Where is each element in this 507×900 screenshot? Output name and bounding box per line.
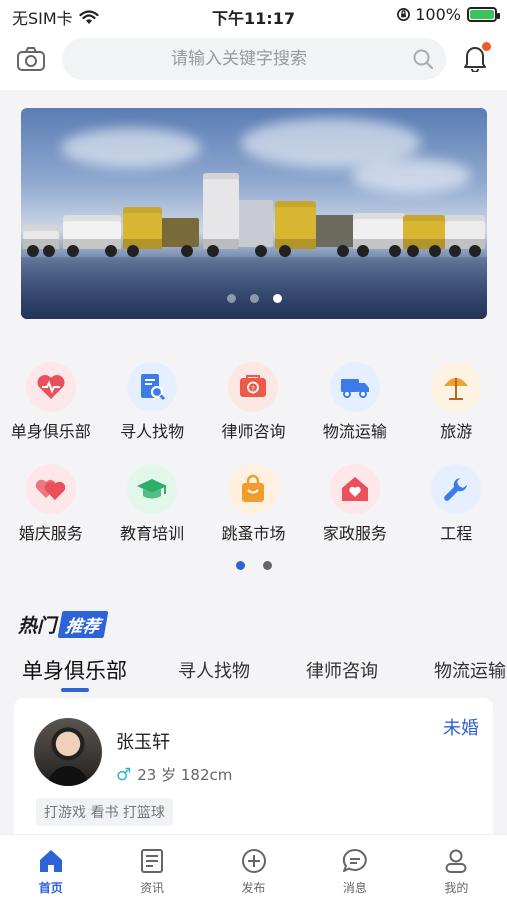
banner-cloud [61,128,201,168]
category-item[interactable]: 寻人找物 [101,362,202,464]
search-document-icon [127,362,178,412]
male-icon: ♂ [116,764,132,785]
nav-profile[interactable]: 我的 [406,835,507,900]
category-tabs: 单身俱乐部 寻人找物 律师咨询 物流运输 [0,653,507,693]
notification-dot [482,42,491,51]
heart-pulse-icon [25,362,76,412]
banner-truck [21,223,61,257]
nav-home[interactable]: 首页 [0,835,101,900]
consult-icon: ? [228,362,279,412]
banner-truck [61,213,123,257]
message-icon [342,848,367,872]
tab-logistics[interactable]: 物流运输 [434,657,506,683]
tab-lawyer[interactable]: 律师咨询 [306,657,378,683]
category-item[interactable]: ? 律师咨询 [203,362,304,464]
category-pagination [0,561,507,570]
tab-indicator [61,688,89,692]
category-label: 跳蚤市场 [221,524,286,543]
category-label: 家政服务 [322,524,387,543]
category-row-1: 单身俱乐部 寻人找物? 律师咨询 物流运输 旅游 [0,362,507,464]
nav-label: 首页 [38,881,63,895]
banner-carousel[interactable] [21,108,487,319]
search-input[interactable] [62,38,446,80]
banner-truck [121,205,199,257]
banner-truck [273,199,355,257]
svg-text:?: ? [252,385,256,393]
category-label: 律师咨询 [221,422,286,441]
bottom-nav: 首页 资讯 发布 消息 我的 [0,834,507,900]
tab-singles-club[interactable]: 单身俱乐部 [22,655,127,685]
status-bar: 无SIM卡 下午11:17 100% [0,0,507,30]
notification-button[interactable] [463,42,491,74]
nav-label: 消息 [342,881,367,895]
battery-percent: 100% [415,5,461,24]
home-icon [39,850,62,872]
home-heart-icon [329,464,380,514]
banner-pagination [21,294,487,303]
category-item[interactable]: 物流运输 [304,362,405,464]
category-label: 单身俱乐部 [10,422,91,441]
banner-dot[interactable] [226,294,236,303]
category-item[interactable]: 婚庆服务 [0,464,101,566]
nav-label: 资讯 [140,881,165,895]
profile-meta: ♂ 23 岁 182cm [116,764,232,785]
category-page-dot-active[interactable] [235,561,245,570]
banner-reflection [21,257,487,319]
nav-messages[interactable]: 消息 [304,835,405,900]
nav-news[interactable]: 资讯 [101,835,202,900]
hearts-icon [25,464,76,514]
tab-find-person[interactable]: 寻人找物 [178,657,250,683]
nav-publish[interactable]: 发布 [203,835,304,900]
banner-truck [351,211,407,257]
hot-title-main: 热门 [18,615,57,637]
shopping-bag-icon [228,464,279,514]
orientation-lock-icon [397,8,411,21]
nav-label: 我的 [444,881,469,895]
category-grid: 单身俱乐部 寻人找物? 律师咨询 物流运输 旅游 婚庆服务 教育培训 跳蚤市场 家政服务 工程 [0,362,507,566]
category-label: 工程 [440,524,473,543]
banner-dot[interactable] [249,294,259,303]
camera-icon[interactable] [16,46,46,72]
graduation-cap-icon [127,464,178,514]
category-item[interactable]: 单身俱乐部 [0,362,101,464]
banner-truck [201,171,273,257]
marital-status: 未婚 [443,718,479,739]
profile-card[interactable]: 张玉轩 ♂ 23 岁 182cm 未婚 打游戏 看书 打篮球 [14,698,493,848]
category-item[interactable]: 跳蚤市场 [203,464,304,566]
hot-recommend-title: 热门 推荐 [18,611,109,638]
category-row-2: 婚庆服务 教育培训 跳蚤市场 家政服务 工程 [0,464,507,566]
banner-truck [401,213,447,257]
category-label: 婚庆服务 [18,524,83,543]
search-header [0,30,507,90]
category-item[interactable]: 工程 [406,464,507,566]
category-label: 物流运输 [322,422,387,441]
avatar[interactable] [34,718,102,786]
profile-name: 张玉轩 [116,732,170,753]
banner-cloud [351,158,471,193]
category-item[interactable]: 家政服务 [304,464,405,566]
category-label: 教育培训 [120,524,185,543]
plus-circle-icon [241,849,266,873]
category-item[interactable]: 教育培训 [101,464,202,566]
nav-label: 发布 [241,881,266,895]
truck-icon [329,362,380,412]
battery-icon [467,7,500,22]
search-box [62,38,446,80]
hot-title-tag: 推荐 [57,611,109,638]
banner-truck [443,213,487,257]
category-page-dot[interactable] [262,561,272,570]
banner-dot-active[interactable] [272,294,282,303]
user-icon [445,849,467,873]
search-icon[interactable] [412,48,434,70]
profile-tags: 打游戏 看书 打篮球 [36,798,173,826]
wrench-icon [431,464,482,514]
profile-age-height: 23 岁 182cm [137,766,233,784]
category-item[interactable]: 旅游 [406,362,507,464]
category-label: 旅游 [440,422,473,441]
news-icon [141,849,164,873]
category-label: 寻人找物 [120,422,185,441]
beach-umbrella-icon [431,362,482,412]
